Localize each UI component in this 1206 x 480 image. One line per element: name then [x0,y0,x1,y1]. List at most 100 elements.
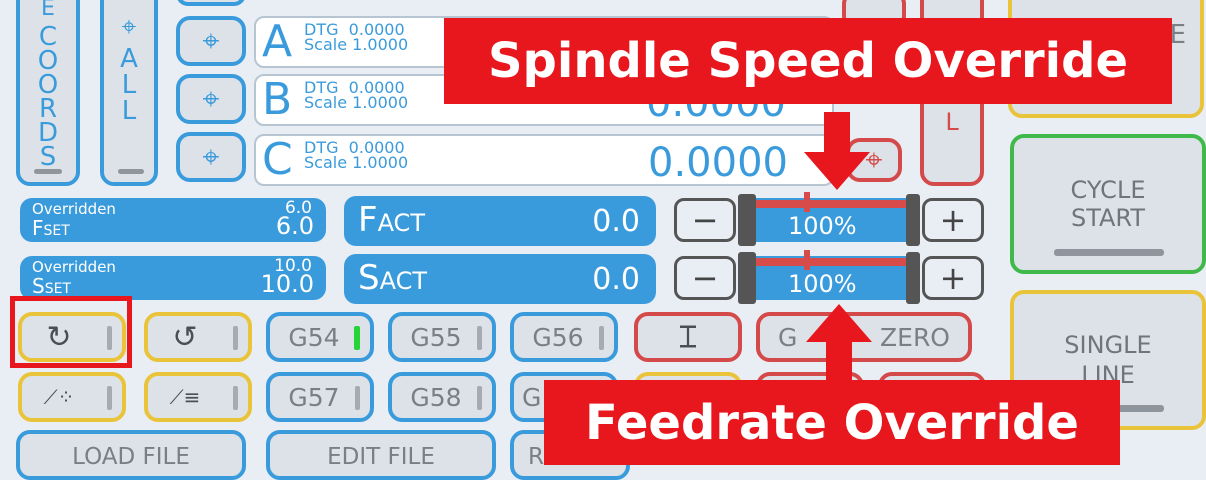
active-offset-led [354,326,360,350]
axis-letter: B [262,74,293,125]
offset-g54-button[interactable]: G54 [266,312,374,362]
coolant-flood-icon: ⟋≡ [169,385,201,409]
spindle-override-callout: Spindle Speed Override [444,18,1172,104]
feed-override-minus-button[interactable]: − [674,198,736,242]
zero-b-axis-button[interactable]: ⌖ [176,74,246,124]
feedrate-override-callout: Feedrate Override [544,380,1120,465]
spindle-override-thumb[interactable] [804,250,810,270]
single-line-label-1: SINGLE [1064,331,1152,359]
scale-value: 1.0000 [352,153,409,172]
feed-override-plus-button[interactable]: + [922,198,984,242]
spindle-override-slider[interactable]: 100% [756,250,906,300]
feed-set-value: 6.0 [275,212,314,240]
coolant-mist-button[interactable]: ⟋⁘ [18,372,126,422]
spindle-override-percent: 100% [788,270,857,298]
crosshair-icon: ⌖ [202,139,220,175]
offset-g56-button[interactable]: G56 [510,312,618,362]
spindle-override-control: − 100% + [674,250,986,304]
spindle-act-label-small: ACT [379,267,428,295]
spindle-set-label: S [32,274,45,298]
zero-coords-button[interactable]: E COORDS [16,0,80,186]
cycle-start-label-1: CYCLE [1070,176,1146,204]
scale-value: 1.0000 [352,35,409,54]
zero-all-button[interactable]: ⌖ ALL [100,0,158,186]
spindle-act-label: S [358,258,380,298]
feed-override-thumb[interactable] [804,192,810,212]
zero-a-axis-button[interactable]: ⌖ [176,16,246,66]
spindle-cw-button[interactable]: ↻ [18,312,126,362]
zero-coords-partial-label: E [41,0,55,21]
spindle-ccw-button[interactable]: ↺ [144,312,252,362]
feed-override-control: − 100% + [674,192,986,246]
offset-g58-button[interactable]: G58 [388,372,496,422]
offset-label: G57 [288,382,340,412]
tool-length-button[interactable]: ⌶ [634,312,742,362]
spindle-override-end-cap-right [906,252,920,304]
feed-override-percent: 100% [788,212,857,240]
offset-label: G56 [532,322,584,352]
spindle-cw-icon: ↻ [46,319,72,355]
zero-all-label: ALL [114,44,144,122]
callout-arrow-down [804,112,870,190]
scale-label: Scale [304,93,348,112]
goto-zero-label-right: ZERO [880,322,950,352]
cycle-start-label-2: START [1070,204,1146,232]
spindle-override-track [756,258,906,266]
load-file-button[interactable]: LOAD FILE [16,430,246,480]
scale-label: Scale [304,153,348,172]
zero-a-button[interactable] [176,0,246,6]
spindle-set-label-small: SET [44,281,71,297]
edit-file-button[interactable]: EDIT FILE [266,430,496,480]
crosshair-icon: ⌖ [121,12,137,42]
goto-zero-label-left: G [778,322,798,352]
crosshair-icon: ⌖ [202,81,220,117]
button-grip [118,169,144,174]
edit-file-label: EDIT FILE [327,444,435,470]
plus-icon: + [939,259,967,297]
status-led [477,326,482,350]
spindle-set-value: 10.0 [260,270,314,298]
minus-icon: − [691,259,719,297]
spindle-set-display: Overridden SSET 10.0 10.0 [20,256,326,300]
minus-icon: − [691,201,719,239]
zero-coords-label: COORDS [33,22,63,166]
feed-act-label-small: ACT [377,209,425,237]
coolant-flood-button[interactable]: ⟋≡ [144,372,252,422]
status-led [233,386,238,410]
feed-act-label: F [358,200,378,240]
zero-c-axis-button[interactable]: ⌖ [176,132,246,182]
status-led [599,326,604,350]
scale-value: 1.0000 [352,93,409,112]
button-grip [34,169,62,174]
spindle-ccw-icon: ↺ [172,319,198,355]
spindle-override-plus-button[interactable]: + [922,256,984,300]
status-led [107,326,112,350]
offset-label: G54 [288,322,340,352]
feed-set-label-small: SET [43,223,70,239]
top-right-partial-label: E [1169,20,1186,50]
coolant-mist-icon: ⟋⁘ [43,385,75,409]
load-file-label: LOAD FILE [72,444,190,470]
crosshair-icon: ⌖ [202,23,220,59]
offset-label: G58 [410,382,462,412]
feed-set-display: Overridden FSET 6.0 6.0 [20,198,326,242]
axis-letter: C [262,134,293,185]
offset-label: G55 [410,322,462,352]
feed-set-label: F [32,216,44,240]
status-led [477,386,482,410]
dro-row-c: C DTG 0.0000 Scale 1.0000 0.0000 [254,134,834,186]
button-grip [1054,249,1164,256]
red-side-label: L [945,108,959,136]
offset-g57-button[interactable]: G57 [266,372,374,422]
offset-g55-button[interactable]: G55 [388,312,496,362]
plus-icon: + [939,201,967,239]
cycle-start-button[interactable]: CYCLE START [1010,134,1206,274]
spindle-override-minus-button[interactable]: − [674,256,736,300]
callout-arrow-up [806,304,872,382]
feed-override-end-cap-left [738,194,756,246]
feed-override-slider[interactable]: 100% [756,192,906,242]
scale-label: Scale [304,35,348,54]
tool-height-icon: ⌶ [679,319,697,355]
status-led [355,386,360,410]
feedrate-override-callout-text: Feedrate Override [585,394,1079,451]
